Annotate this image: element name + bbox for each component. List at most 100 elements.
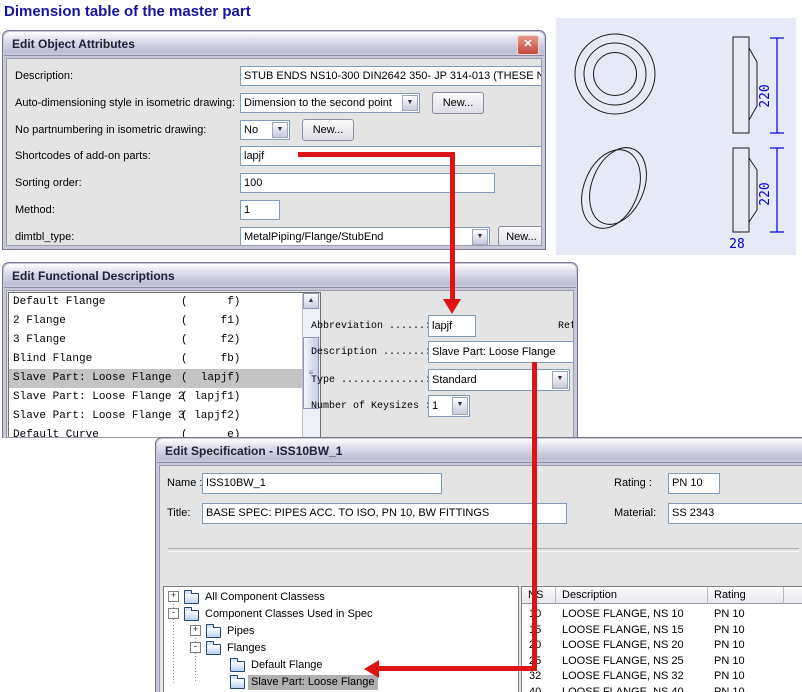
table-cell[interactable]: LOOSE FLANGE, NS 32 (562, 668, 708, 684)
expand-icon[interactable]: + (168, 591, 179, 602)
dimension-value-width: 28 (729, 237, 745, 252)
tree-item-label[interactable]: Component Classes Used in Spec (202, 607, 376, 622)
dimtbl-type-label: dimtbl_type: (15, 231, 74, 243)
item-code: ( f1) (181, 312, 240, 331)
table-cell[interactable]: PN 10 (714, 606, 784, 622)
type-label: Type ..............: (311, 375, 431, 386)
method-input[interactable]: 1 (240, 200, 280, 220)
folder-icon (230, 661, 245, 672)
list-item[interactable]: 3 Flange( f2) (9, 331, 302, 350)
table-cell[interactable]: PN 10 (714, 622, 784, 638)
description-input[interactable]: Slave Part: Loose Flange (428, 341, 574, 363)
scrollbar[interactable]: ▲ ≡ (302, 293, 320, 438)
folder-icon (184, 610, 199, 621)
abbreviation-input[interactable]: lapjf (428, 315, 476, 337)
spec-sizes-table[interactable]: NS Description Rating 10 LOOSE FLANGE, N… (521, 586, 802, 692)
sorting-order-label: Sorting order: (15, 177, 82, 189)
new-dimtbl-button[interactable]: New... (498, 226, 542, 246)
list-item[interactable]: Default Flange( f) (9, 293, 302, 312)
dialog-titlebar[interactable]: Edit Functional Descriptions (4, 264, 576, 288)
column-header-description[interactable]: Description (556, 587, 708, 604)
dialog-title: Edit Specification - ISS10BW_1 (165, 444, 342, 458)
component-class-tree[interactable]: + All Component Classess - Component Cla… (163, 586, 519, 692)
column-header-ns[interactable]: NS (522, 587, 556, 604)
annotation-arrow2-horizontal (378, 666, 537, 671)
no-partnumbering-label: No partnumbering in isometric drawing: (15, 124, 206, 136)
dialog-titlebar[interactable]: Edit Specification - ISS10BW_1 (157, 439, 802, 463)
list-item-selected[interactable]: Slave Part: Loose Flange( lapjf) (9, 369, 302, 388)
screen: Dimension table of the master part Edit … (0, 0, 802, 692)
table-cell[interactable]: PN 10 (714, 637, 784, 653)
item-name: Slave Part: Loose Flange (13, 372, 171, 384)
selected-value: No (244, 124, 258, 136)
list-item[interactable]: 2 Flange( f1) (9, 312, 302, 331)
tree-item-label[interactable]: Pipes (224, 624, 258, 639)
chevron-down-icon[interactable]: ▼ (402, 95, 418, 111)
page-title: Dimension table of the master part (4, 3, 251, 20)
tree-item-flanges[interactable]: - Flanges (164, 640, 518, 657)
sorting-order-input[interactable]: 100 (240, 173, 495, 193)
table-cell[interactable]: PN 10 (714, 684, 784, 692)
keysizes-select[interactable]: 1 ▼ (428, 395, 470, 417)
dimension-value-top: 220 (758, 84, 773, 107)
table-cell[interactable]: 40 (529, 684, 556, 692)
collapse-icon[interactable]: - (190, 642, 201, 653)
reference-label: Refe (558, 321, 574, 332)
material-input[interactable]: SS 2343 (668, 503, 802, 524)
description-input[interactable]: STUB ENDS NS10-300 DIN2642 350- JP 314-0… (240, 66, 542, 86)
item-code: ( f2) (181, 331, 240, 350)
function-listbox[interactable]: Default Flange( f) 2 Flange( f1) 3 Flang… (8, 292, 321, 438)
tree-item-label[interactable]: Default Flange (248, 658, 326, 673)
tree-item-label-selected[interactable]: Slave Part: Loose Flange (248, 675, 378, 690)
list-item[interactable]: Slave Part: Loose Flange 3( lapjf2) (9, 407, 302, 426)
table-cell[interactable]: LOOSE FLANGE, NS 20 (562, 637, 708, 653)
tree-item-classes-used-in-spec[interactable]: - Component Classes Used in Spec (164, 606, 518, 623)
column-header-rating[interactable]: Rating (708, 587, 784, 604)
chevron-down-icon[interactable]: ▼ (472, 229, 488, 245)
dialog-title: Edit Object Attributes (12, 37, 135, 51)
collapse-icon[interactable]: - (168, 608, 179, 619)
list-item[interactable]: Slave Part: Loose Flange 2( lapjf1) (9, 388, 302, 407)
tree-item-pipes[interactable]: + Pipes (164, 623, 518, 640)
selected-value: MetalPiping/Flange/StubEnd (244, 231, 383, 243)
close-icon[interactable]: ✕ (517, 35, 539, 55)
shortcodes-label: Shortcodes of add-on parts: (15, 150, 151, 162)
flange-side-view-bottom (733, 148, 757, 232)
tree-item-all-component-classes[interactable]: + All Component Classess (164, 589, 518, 606)
item-code: ( f) (181, 293, 240, 312)
table-cell[interactable]: LOOSE FLANGE, NS 15 (562, 622, 708, 638)
item-name: Slave Part: Loose Flange 3 (13, 410, 185, 422)
method-label: Method: (15, 204, 55, 216)
autodim-style-select[interactable]: Dimension to the second point ▼ (240, 93, 420, 113)
spec-name-input[interactable]: ISS10BW_1 (202, 473, 442, 494)
tree-item-label[interactable]: All Component Classess (202, 590, 328, 605)
expand-icon[interactable]: + (190, 625, 201, 636)
type-select[interactable]: Standard ▼ (428, 369, 570, 391)
list-item[interactable]: Blind Flange( fb) (9, 350, 302, 369)
table-cell[interactable]: LOOSE FLANGE, NS 25 (562, 653, 708, 669)
table-cell[interactable]: LOOSE FLANGE, NS 10 (562, 606, 708, 622)
dialog-titlebar[interactable]: Edit Object Attributes ✕ (4, 32, 544, 56)
no-partnumbering-select[interactable]: No ▼ (240, 120, 290, 140)
flange-side-view-top (733, 37, 757, 133)
tree-item-slave-part-loose-flange[interactable]: Slave Part: Loose Flange (164, 674, 518, 691)
item-code: ( fb) (181, 350, 240, 369)
chevron-down-icon[interactable]: ▼ (552, 371, 568, 389)
table-cell[interactable]: PN 10 (714, 653, 784, 669)
abbreviation-label: Abbreviation ......: (311, 321, 431, 332)
rating-input[interactable]: PN 10 (668, 473, 720, 494)
folder-icon (184, 593, 199, 604)
chevron-down-icon[interactable]: ▼ (272, 122, 288, 138)
table-cell[interactable]: LOOSE FLANGE, NS 40 (562, 684, 708, 692)
material-label: Material: (614, 507, 656, 519)
scroll-up-icon[interactable]: ▲ (303, 293, 319, 309)
cad-preview-panel: 220 220 28 (556, 18, 796, 255)
table-cell[interactable]: PN 10 (714, 668, 784, 684)
spec-title-input[interactable]: BASE SPEC: PIPES ACC. TO ISO, PN 10, BW … (202, 503, 567, 524)
chevron-down-icon[interactable]: ▼ (452, 397, 468, 415)
item-code: ( lapjf2) (181, 407, 240, 426)
new-partnumbering-button[interactable]: New... (302, 119, 354, 141)
dialog-body: Default Flange( f) 2 Flange( f1) 3 Flang… (6, 290, 574, 438)
tree-item-label[interactable]: Flanges (224, 641, 269, 656)
new-autodim-button[interactable]: New... (432, 92, 484, 114)
